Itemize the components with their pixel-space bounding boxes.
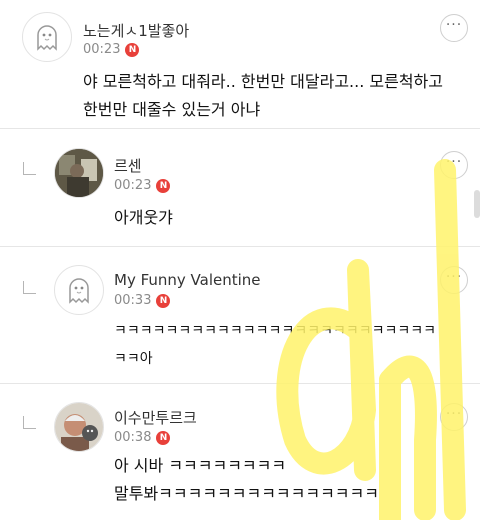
comment-author[interactable]: 르센 (114, 155, 142, 176)
comment-text-line: 말투봐ㅋㅋㅋㅋㅋㅋㅋㅋㅋㅋㅋㅋㅋㅋㅋ (114, 484, 379, 503)
ghost-icon (69, 278, 89, 304)
comment-text-line: 한번만 대줄수 있는거 아냐 (83, 100, 261, 119)
comment-text-line: ㅋㅋ아 (114, 351, 153, 367)
scrollbar[interactable] (474, 190, 480, 218)
reply-indicator-icon (23, 162, 36, 175)
avatar[interactable] (54, 402, 104, 452)
new-badge: N (125, 42, 140, 57)
ghost-icon (37, 25, 57, 51)
photo-avatar-icon (55, 403, 103, 451)
comment-text-line: 아 시바 ㅋㅋㅋㅋㅋㅋㅋㅋ (114, 456, 287, 475)
comment-text: 아개웃갸 (114, 204, 173, 232)
comment-text: 야 모른척하고 대줘라.. 한번만 대달라고... 모른척하고 한번만 대줄수 … (83, 68, 443, 124)
comment-meta: 00:38 N (114, 430, 171, 445)
photo-avatar-icon (55, 149, 103, 197)
new-badge: N (156, 178, 171, 193)
comment-time: 00:23 (83, 42, 121, 57)
comment-text-line: 야 모른척하고 대줘라.. 한번만 대달라고... 모른척하고 (83, 72, 443, 91)
reply-item: 르센 00:23 N ··· 아개웃갸 (0, 129, 480, 245)
comment-text: 아 시바 ㅋㅋㅋㅋㅋㅋㅋㅋ 말투봐ㅋㅋㅋㅋㅋㅋㅋㅋㅋㅋㅋㅋㅋㅋㅋ (114, 452, 379, 508)
reply-item: My Funny Valentine 00:33 N ··· ㅋㅋㅋㅋㅋㅋㅋㅋㅋ… (0, 247, 480, 383)
reply-indicator-icon (23, 281, 36, 294)
avatar[interactable] (54, 148, 104, 198)
more-options-button[interactable]: ··· (440, 266, 468, 294)
comment-text-line: ㅋㅋㅋㅋㅋㅋㅋㅋㅋㅋㅋㅋㅋㅋㅋㅋㅋㅋㅋㅋㅋㅋㅋㅋㅋ (114, 323, 436, 339)
comment-meta: 00:23 N (114, 178, 171, 193)
comment-meta: 00:33 N (114, 293, 171, 308)
comment-author[interactable]: 이수만투르크 (114, 407, 197, 428)
comment-item: 노는게ㅅ1발좋아 00:23 N ··· 야 모른척하고 대줘라.. 한번만 대… (0, 0, 480, 128)
comment-time: 00:23 (114, 178, 152, 193)
more-options-button[interactable]: ··· (440, 403, 468, 431)
comment-author[interactable]: 노는게ㅅ1발좋아 (83, 20, 189, 41)
reply-item: 이수만투르크 00:38 N ··· 아 시바 ㅋㅋㅋㅋㅋㅋㅋㅋ 말투봐ㅋㅋㅋㅋ… (0, 384, 480, 520)
comment-time: 00:38 (114, 430, 152, 445)
comment-author[interactable]: My Funny Valentine (114, 271, 261, 289)
new-badge: N (156, 430, 171, 445)
avatar[interactable] (22, 12, 72, 62)
reply-indicator-icon (23, 416, 36, 429)
new-badge: N (156, 293, 171, 308)
comment-meta: 00:23 N (83, 42, 140, 57)
more-options-button[interactable]: ··· (440, 14, 468, 42)
comment-text-line: 아개웃갸 (114, 208, 173, 227)
more-options-button[interactable]: ··· (440, 151, 468, 179)
comment-text: ㅋㅋㅋㅋㅋㅋㅋㅋㅋㅋㅋㅋㅋㅋㅋㅋㅋㅋㅋㅋㅋㅋㅋㅋㅋ ㅋㅋ아 (114, 317, 436, 373)
avatar[interactable] (54, 265, 104, 315)
comment-time: 00:33 (114, 293, 152, 308)
